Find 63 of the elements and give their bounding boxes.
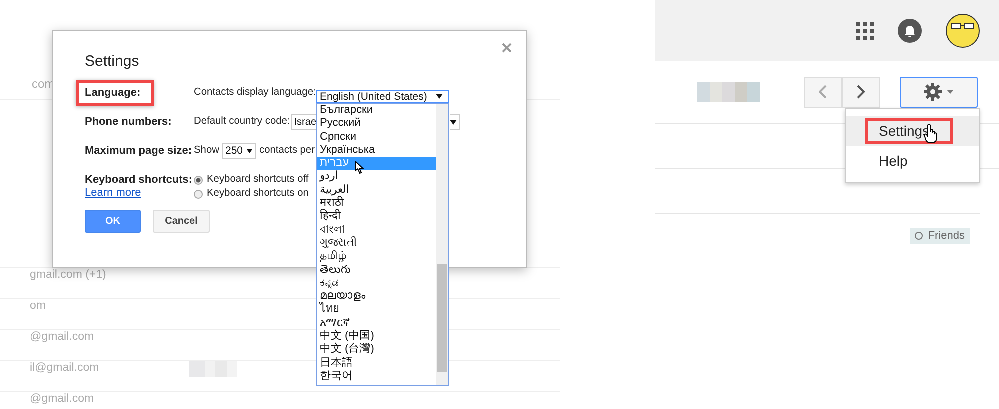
language-option[interactable]: 日本語 bbox=[317, 356, 436, 370]
dropdown-arrow-icon bbox=[436, 94, 443, 99]
radio-label: Keyboard shortcuts on bbox=[207, 187, 309, 201]
setting-text: Show bbox=[194, 144, 220, 158]
scrollbar[interactable] bbox=[436, 104, 448, 385]
language-option[interactable]: தமிழ் bbox=[317, 250, 436, 264]
language-option[interactable]: اردو bbox=[317, 170, 436, 184]
language-option[interactable]: 한국어 bbox=[317, 370, 436, 384]
contact-email: @gmail.com bbox=[30, 393, 94, 406]
language-option[interactable]: বাংলা bbox=[317, 224, 436, 237]
language-option[interactable]: 中文 (中国) bbox=[317, 330, 436, 344]
language-option[interactable]: ಕನ್ನಡ bbox=[317, 276, 436, 290]
label-chip[interactable]: Friends bbox=[910, 228, 970, 244]
setting-label: Maximum page size: bbox=[85, 144, 192, 158]
dialog-title: Settings bbox=[85, 53, 140, 70]
language-option[interactable]: Српски bbox=[317, 130, 436, 144]
menu-item[interactable]: Help bbox=[846, 146, 979, 176]
select-field[interactable]: Israe bbox=[291, 114, 317, 130]
chevron-left-icon bbox=[819, 85, 827, 99]
apps-grid-icon[interactable] bbox=[856, 22, 874, 40]
radio-label: Keyboard shortcuts off bbox=[207, 173, 309, 187]
language-option[interactable]: తెలుగు bbox=[317, 264, 436, 277]
circle-icon bbox=[915, 232, 924, 240]
language-option[interactable]: ไทย bbox=[317, 303, 436, 317]
pointer-cursor-icon bbox=[355, 161, 364, 174]
contact-email: il@gmail.com bbox=[30, 362, 100, 375]
scrollbar-thumb[interactable] bbox=[437, 264, 447, 372]
contact-email: @gmail.com bbox=[30, 331, 94, 344]
select-field[interactable]: English (United States) bbox=[316, 90, 449, 103]
setting-label: Language: bbox=[76, 80, 154, 106]
setting-text: Default country code: bbox=[194, 115, 290, 129]
language-option[interactable]: മലയാളം bbox=[317, 290, 436, 304]
radio-button[interactable] bbox=[194, 190, 203, 198]
language-option[interactable]: Русский bbox=[317, 117, 436, 131]
contact-email: gmail.com (+1) bbox=[30, 269, 106, 282]
language-option[interactable]: 中文 (台灣) bbox=[317, 343, 436, 357]
language-option[interactable]: አማርኛ bbox=[317, 316, 436, 330]
caret-icon bbox=[947, 90, 954, 94]
language-option[interactable]: ગુજરાતી bbox=[317, 236, 436, 250]
cancel-button[interactable]: Cancel bbox=[153, 210, 210, 233]
radio-button[interactable] bbox=[194, 176, 203, 184]
setting-text: contacts per bbox=[259, 144, 315, 158]
next-button[interactable] bbox=[842, 76, 880, 108]
setting-label: Keyboard shortcuts: bbox=[85, 173, 193, 187]
contact-email: om bbox=[30, 300, 46, 313]
language-option[interactable]: Български bbox=[317, 104, 436, 118]
dropdown-arrow-icon bbox=[450, 120, 457, 124]
setting-text: Contacts display language: bbox=[194, 86, 316, 100]
select-field[interactable]: 250 bbox=[222, 143, 256, 159]
notification-bell-icon[interactable] bbox=[898, 18, 922, 42]
blurred-image bbox=[697, 82, 760, 102]
close-icon[interactable] bbox=[502, 43, 512, 53]
learn-more-link[interactable]: Learn more bbox=[85, 187, 142, 199]
language-option[interactable]: हिन्दी bbox=[317, 210, 436, 224]
settings-button[interactable] bbox=[900, 76, 978, 108]
language-option[interactable]: Українська bbox=[317, 144, 436, 158]
language-option[interactable]: मराठी bbox=[317, 197, 436, 210]
language-option[interactable]: العربية bbox=[317, 184, 436, 198]
settings-icon bbox=[924, 83, 942, 101]
setting-label: Phone numbers: bbox=[85, 115, 172, 129]
avatar-icon[interactable] bbox=[946, 14, 980, 48]
dropdown-arrow-icon bbox=[247, 148, 252, 154]
chevron-right-icon bbox=[857, 85, 865, 99]
